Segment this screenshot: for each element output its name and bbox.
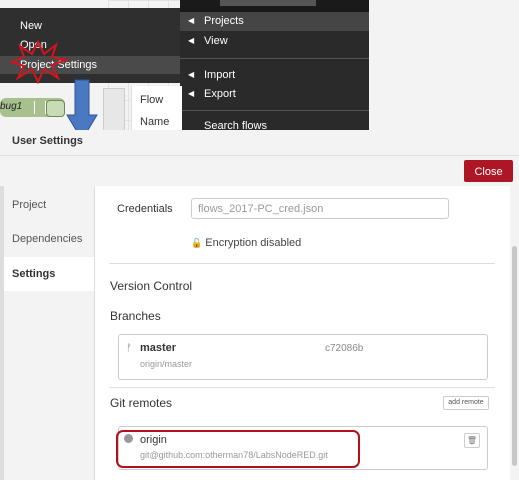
branch-icon: ᚠ	[126, 343, 132, 354]
dialog-title: User Settings	[12, 135, 83, 147]
node-toggle-button[interactable]	[46, 100, 65, 117]
caret-left-icon: ◀	[188, 70, 195, 79]
menu-item-export[interactable]: Export	[204, 88, 236, 100]
header-button[interactable]	[220, 0, 316, 6]
remote-highlight-annotation	[116, 430, 360, 468]
trash-icon: 🗑	[466, 436, 478, 445]
node-label: bug1	[0, 101, 23, 112]
node-lines-icon	[34, 101, 46, 114]
unlock-icon: 🔓	[191, 238, 203, 248]
version-control-title: Version Control	[110, 279, 193, 293]
menu-item-search-flows[interactable]: Search flows	[204, 121, 267, 130]
encryption-status: 🔓 Encryption disabled	[191, 237, 301, 249]
branch-entry[interactable]	[118, 334, 488, 380]
branch-hash: c72086b	[325, 343, 364, 354]
credentials-label: Credentials	[117, 203, 173, 215]
scrollbar-thumb[interactable]	[512, 246, 517, 466]
settings-tabs: Project Dependencies Settings	[4, 186, 95, 480]
close-button[interactable]: Close	[464, 160, 513, 182]
caret-left-icon: ◀	[188, 36, 195, 45]
menu-item-new[interactable]: New	[20, 20, 42, 32]
palette-scrollbar[interactable]	[103, 88, 125, 132]
info-row-name: Name	[140, 116, 170, 128]
tab-dependencies[interactable]: Dependencies	[4, 222, 94, 256]
delete-remote-button[interactable]: 🗑	[464, 433, 480, 448]
dialog-toolbar	[0, 156, 519, 187]
info-row-flow: Flow	[140, 94, 164, 106]
tab-project[interactable]: Project	[4, 188, 94, 222]
info-panel: Flow Name	[131, 86, 182, 130]
main-menu-right: ◀ Projects ◀ View ◀ Import ◀ Export Sear…	[180, 0, 369, 130]
menu-item-import[interactable]: Import	[204, 69, 235, 81]
caret-left-icon: ◀	[188, 16, 195, 25]
git-remotes-title: Git remotes	[110, 396, 173, 410]
branches-title: Branches	[110, 309, 161, 323]
tab-settings[interactable]: Settings	[4, 257, 94, 291]
divider	[109, 387, 495, 388]
menu-item-view[interactable]: View	[204, 35, 228, 47]
add-remote-button[interactable]: add remote	[443, 396, 489, 410]
menu-item-projects[interactable]: Projects	[204, 15, 244, 27]
divider	[109, 263, 495, 264]
menu-divider	[180, 110, 369, 111]
branch-name: master	[140, 342, 177, 354]
caret-left-icon: ◀	[188, 89, 195, 98]
encryption-text: Encryption disabled	[205, 237, 302, 249]
branch-tracking: origin/master	[140, 359, 193, 369]
credentials-file-field[interactable]: flows_2017-PC_cred.json	[191, 198, 449, 219]
content-scrollbar[interactable]	[510, 186, 519, 480]
menu-divider	[180, 58, 369, 59]
